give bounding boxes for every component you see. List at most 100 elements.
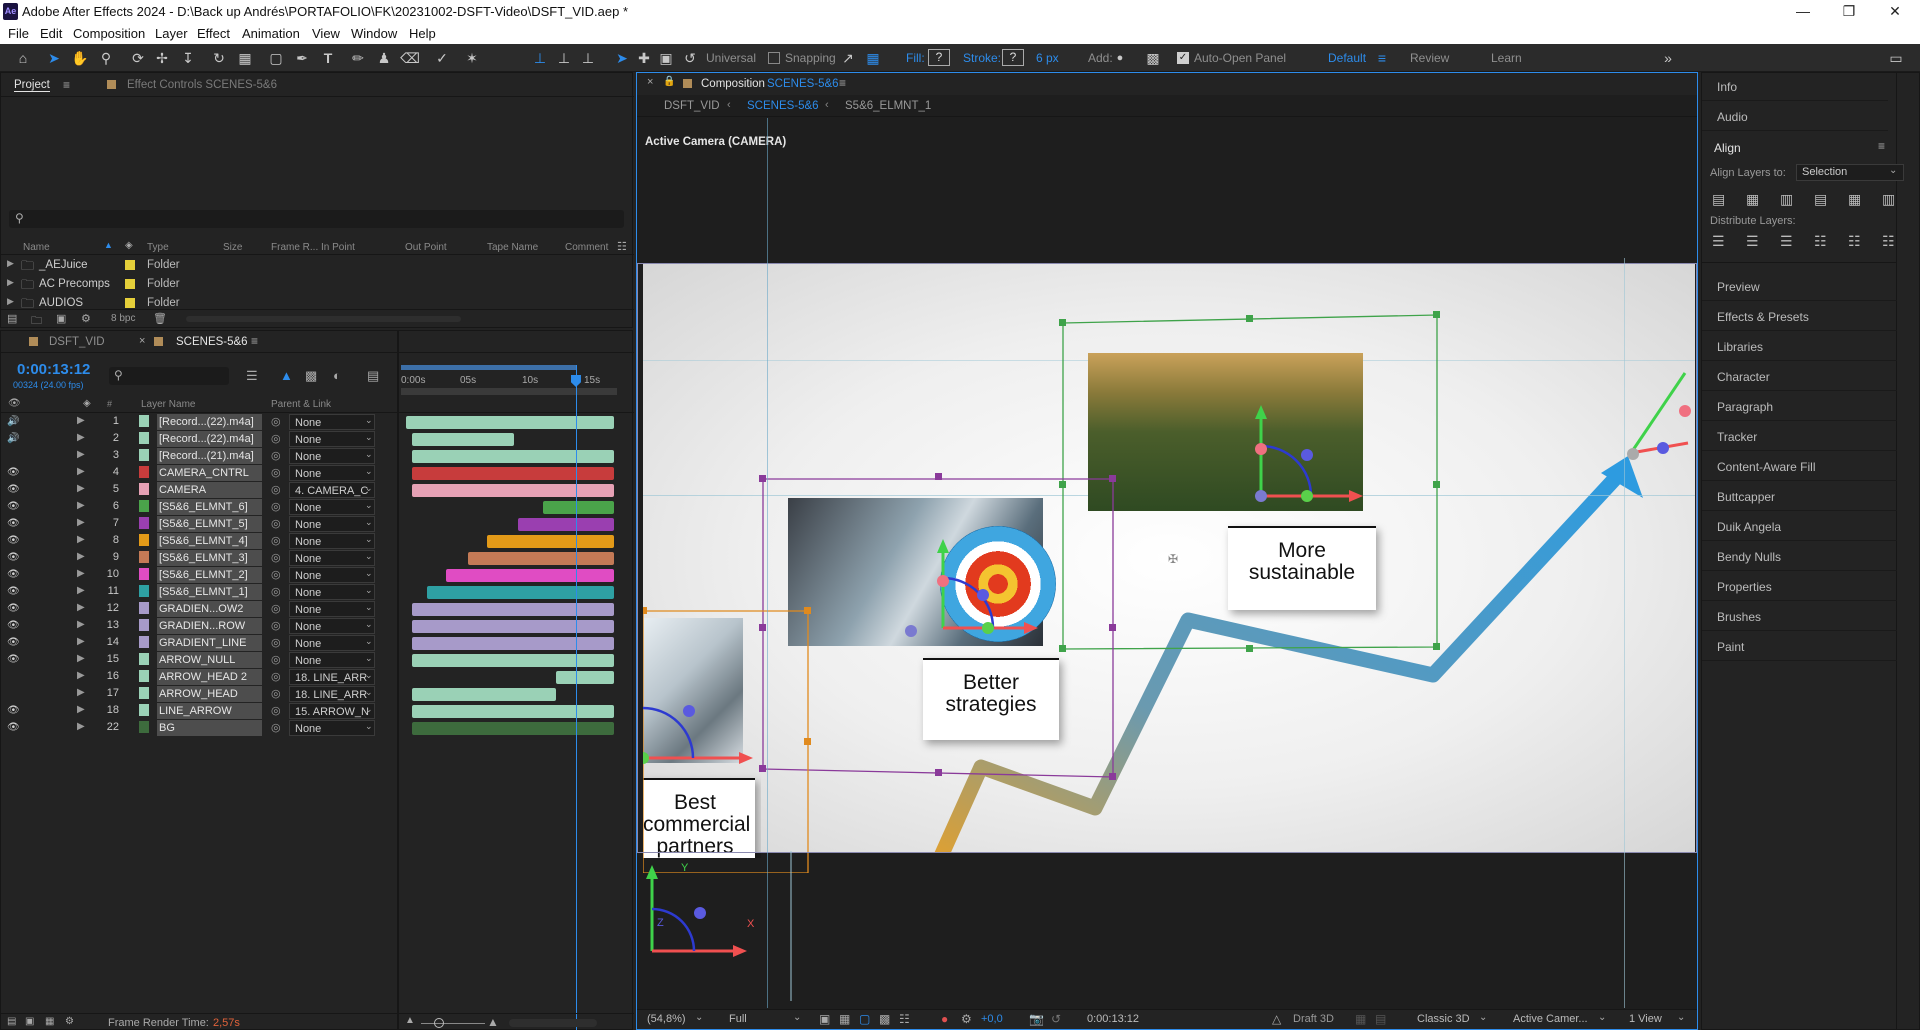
pickwhip-icon[interactable]: ◎: [271, 466, 281, 479]
add-menu-icon[interactable]: ●: [1110, 49, 1130, 67]
panel-paint[interactable]: Paint: [1702, 633, 1897, 661]
visibility-toggle-icon[interactable]: 👁: [7, 637, 20, 649]
parent-dropdown[interactable]: 18. LINE_ARR: [289, 686, 375, 702]
expand-icon[interactable]: ▶: [77, 619, 85, 630]
new-composition-icon[interactable]: ▣: [56, 312, 66, 325]
3d-scale-icon[interactable]: ▣: [656, 49, 676, 67]
extended-viewer-icon[interactable]: ▦: [1355, 1012, 1366, 1026]
col-out-point[interactable]: Out Point: [405, 242, 447, 253]
visibility-toggle-icon[interactable]: 👁: [7, 620, 20, 632]
layer-name[interactable]: ARROW_NULL: [157, 652, 262, 668]
toggle-modes-icon[interactable]: ▣: [25, 1016, 34, 1027]
comp-tab-name[interactable]: SCENES-5&6: [767, 78, 839, 90]
pickwhip-icon[interactable]: ◎: [271, 653, 281, 666]
label-color[interactable]: [139, 670, 149, 682]
footer-timecode[interactable]: 0:00:13:12: [1087, 1013, 1139, 1025]
rectangle-tool-icon[interactable]: ▢: [266, 49, 286, 67]
menu-animation[interactable]: Animation: [242, 26, 300, 41]
draft-3d-label[interactable]: Draft 3D: [1293, 1013, 1334, 1025]
visibility-toggle-icon[interactable]: 👁: [7, 586, 20, 598]
pickwhip-icon[interactable]: ◎: [271, 687, 281, 700]
layer-name[interactable]: [S5&6_ELMNT_2]: [157, 567, 262, 583]
graph-editor-icon[interactable]: ▤: [367, 368, 379, 384]
tab-dsft-vid[interactable]: DSFT_VID: [49, 336, 105, 348]
pickwhip-icon[interactable]: ◎: [271, 670, 281, 683]
expand-icon[interactable]: ▶: [77, 704, 85, 715]
list-item[interactable]: ▶ 🗀 AC Precomps Folder: [1, 275, 621, 294]
playhead-line[interactable]: [575, 365, 577, 1030]
label-color[interactable]: [139, 585, 149, 597]
parent-dropdown[interactable]: None: [289, 635, 375, 651]
align-top-icon[interactable]: ▤: [1814, 191, 1827, 208]
panel-menu-icon[interactable]: ≡: [63, 78, 70, 92]
menu-edit[interactable]: Edit: [40, 26, 62, 41]
table-row[interactable]: 🔊 ▶ 2 [Record...(22).m4a] ◎ None ⌄: [1, 431, 634, 448]
zoom-tool-icon[interactable]: ⚲: [96, 49, 116, 67]
layer-duration-bar[interactable]: [412, 688, 556, 701]
col-comment[interactable]: Comment: [565, 242, 608, 253]
breadcrumb-element[interactable]: S5&6_ELMNT_1: [845, 100, 931, 112]
work-area-bar[interactable]: [401, 365, 577, 370]
minimize-button[interactable]: —: [1780, 0, 1826, 24]
pickwhip-icon[interactable]: ◎: [271, 619, 281, 632]
expand-icon[interactable]: ▶: [77, 483, 85, 494]
stroke-swatch[interactable]: ?: [1002, 49, 1024, 66]
expand-icon[interactable]: ▶: [77, 415, 85, 426]
zoom-slider[interactable]: [421, 1023, 485, 1024]
flowchart-icon[interactable]: ☷: [617, 240, 627, 253]
label-color[interactable]: [139, 415, 149, 427]
pickwhip-icon[interactable]: ◎: [271, 534, 281, 547]
workspace-learn[interactable]: Learn: [1491, 51, 1522, 65]
align-bottom-icon[interactable]: ▥: [1882, 191, 1895, 208]
visibility-toggle-icon[interactable]: 👁: [7, 552, 20, 564]
pickwhip-icon[interactable]: ◎: [271, 517, 281, 530]
align-vcenter-icon[interactable]: ▦: [1848, 191, 1861, 208]
table-row[interactable]: ▶ 16 ARROW_HEAD 2 ◎ 18. LINE_ARR ⌄: [1, 669, 634, 686]
layer-name[interactable]: ARROW_HEAD 2: [157, 669, 262, 685]
align-target-dropdown[interactable]: Selection ⌄: [1796, 164, 1904, 181]
expand-icon[interactable]: ▶: [77, 517, 85, 528]
tab-effect-controls[interactable]: Effect Controls SCENES-5&6: [127, 79, 277, 91]
expand-icon[interactable]: ▶: [77, 670, 85, 681]
layer-duration-bar[interactable]: [426, 586, 614, 599]
layer-name[interactable]: GRADIEN...OW2: [157, 601, 262, 617]
label-color[interactable]: [139, 619, 149, 631]
dolly-camera-icon[interactable]: ↧: [178, 49, 198, 67]
layer-search-input[interactable]: ⚲: [109, 367, 229, 385]
col-frame-rate[interactable]: Frame R...: [271, 242, 318, 253]
layer-duration-bar[interactable]: [412, 620, 614, 633]
distribute-hcenter-icon[interactable]: ☷: [1848, 233, 1861, 250]
pickwhip-icon[interactable]: ◎: [271, 602, 281, 615]
render-time-icon[interactable]: ⚙: [65, 1016, 74, 1027]
lower-gizmo[interactable]: Y Z X: [637, 851, 807, 1008]
workspace-default[interactable]: Default: [1328, 51, 1366, 65]
workspace-review[interactable]: Review: [1410, 51, 1449, 65]
layer-name[interactable]: BG: [157, 720, 262, 736]
zoom-dropdown[interactable]: (54,8%): [647, 1013, 686, 1025]
menu-help[interactable]: Help: [409, 26, 436, 41]
parent-dropdown[interactable]: None: [289, 652, 375, 668]
col-type[interactable]: Type: [147, 242, 169, 253]
expand-icon[interactable]: ▶: [77, 551, 85, 562]
label-color[interactable]: [139, 636, 149, 648]
timeline-timecode[interactable]: 0:00:13:12: [17, 361, 90, 378]
label-color[interactable]: [139, 483, 149, 495]
panel-duik-angela[interactable]: Duik Angela: [1702, 513, 1897, 541]
trash-icon[interactable]: 🗑: [153, 312, 167, 325]
more-workspaces-icon[interactable]: »: [1658, 49, 1678, 67]
brush-tool-icon[interactable]: ✏: [348, 49, 368, 67]
layer-duration-bar[interactable]: [412, 637, 614, 650]
toggle-switches-icon[interactable]: ▤: [7, 1016, 16, 1027]
layer-name[interactable]: LINE_ARROW: [157, 703, 262, 719]
auto-open-checkbox[interactable]: ✓: [1177, 52, 1189, 64]
grid-guides-icon[interactable]: ☷: [899, 1012, 910, 1026]
roto-brush-icon[interactable]: ✓: [432, 49, 452, 67]
tab-scenes-5-6[interactable]: SCENES-5&6: [176, 336, 248, 348]
interpret-footage-icon[interactable]: ▤: [7, 312, 17, 325]
view-axis-icon[interactable]: ⊥: [578, 49, 598, 67]
layer-name[interactable]: [S5&6_ELMNT_1]: [157, 584, 262, 600]
expand-icon[interactable]: ▶: [7, 258, 14, 269]
parent-dropdown[interactable]: 15. ARROW_N: [289, 703, 375, 719]
layer-duration-bar[interactable]: [412, 450, 614, 463]
pickwhip-icon[interactable]: ◎: [271, 721, 281, 734]
